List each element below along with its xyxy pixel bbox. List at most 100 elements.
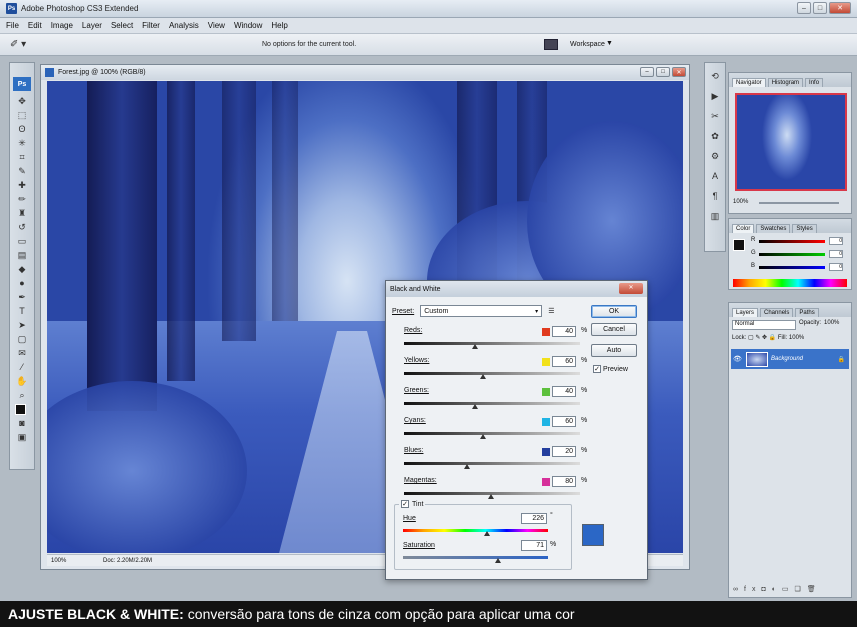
magic-wand-tool-icon[interactable]: ✳ bbox=[13, 137, 31, 149]
group-icon[interactable]: ▭ bbox=[782, 586, 795, 593]
link-layers-icon[interactable]: ∞ bbox=[733, 586, 744, 593]
navigator-zoom[interactable]: 100% bbox=[733, 199, 748, 205]
layer-row[interactable]: 👁 Background 🔒 bbox=[731, 349, 849, 369]
saturation-slider-thumb[interactable] bbox=[495, 558, 501, 563]
navigator-thumbnail[interactable] bbox=[735, 93, 847, 191]
brushes-icon[interactable]: ✿ bbox=[708, 131, 722, 143]
red-slider[interactable] bbox=[759, 240, 825, 243]
blend-mode-select[interactable]: Normal bbox=[732, 320, 796, 330]
menu-help[interactable]: Help bbox=[271, 21, 287, 30]
lock-icons[interactable]: ▢ ✎ ✥ 🔒 bbox=[748, 335, 778, 341]
menu-edit[interactable]: Edit bbox=[28, 21, 42, 30]
lasso-tool-icon[interactable]: ʘ bbox=[13, 123, 31, 135]
paragraph-icon[interactable]: ¶ bbox=[708, 191, 722, 203]
opacity-value[interactable]: 100% bbox=[824, 320, 839, 330]
color-spectrum[interactable] bbox=[733, 279, 847, 287]
red-value[interactable]: 0 bbox=[829, 237, 843, 245]
tab-styles[interactable]: Styles bbox=[792, 224, 817, 233]
slider-thumb[interactable] bbox=[488, 494, 494, 499]
shape-tool-icon[interactable]: ▢ bbox=[13, 333, 31, 345]
screen-mode-icon[interactable]: ▣ bbox=[13, 431, 31, 443]
eyedropper-sample-tool-icon[interactable]: ⁄ bbox=[13, 361, 31, 373]
slider-value-input[interactable]: 40 bbox=[552, 326, 576, 337]
saturation-input[interactable]: 71 bbox=[521, 540, 547, 551]
blur-tool-icon[interactable]: ◆ bbox=[13, 263, 31, 275]
slider-value-input[interactable]: 60 bbox=[552, 416, 576, 427]
workspace-menu[interactable]: Workspace bbox=[570, 41, 605, 48]
document-title-bar[interactable]: Forest.jpg @ 100% (RGB/8) – □ ✕ bbox=[41, 65, 689, 80]
fx-icon[interactable]: fx bbox=[744, 586, 761, 593]
gradient-tool-icon[interactable]: ▤ bbox=[13, 249, 31, 261]
menu-window[interactable]: Window bbox=[234, 21, 262, 30]
move-tool-icon[interactable]: ✥ bbox=[13, 95, 31, 107]
slider-track[interactable] bbox=[404, 402, 580, 405]
actions-icon[interactable]: ▶ bbox=[708, 91, 722, 103]
zoom-tool-icon[interactable]: ⌕ bbox=[13, 389, 31, 401]
workspace-icon[interactable] bbox=[544, 39, 558, 50]
adjustment-layer-icon[interactable]: ◐ bbox=[772, 586, 782, 593]
zoom-level[interactable]: 100% bbox=[51, 558, 73, 564]
hue-slider-track[interactable] bbox=[403, 529, 548, 532]
menu-filter[interactable]: Filter bbox=[142, 21, 160, 30]
tab-histogram[interactable]: Histogram bbox=[767, 78, 804, 87]
quick-mask-icon[interactable]: ◙ bbox=[13, 417, 31, 429]
tab-layers[interactable]: Layers bbox=[732, 308, 759, 317]
tab-swatches[interactable]: Swatches bbox=[756, 224, 791, 233]
cancel-button[interactable]: Cancel bbox=[591, 323, 637, 336]
menu-file[interactable]: File bbox=[6, 21, 19, 30]
type-tool-icon[interactable]: T bbox=[13, 305, 31, 317]
tint-checkbox[interactable]: ✓ bbox=[401, 500, 409, 508]
slider-thumb[interactable] bbox=[464, 464, 470, 469]
tool-presets-icon[interactable]: ✂ bbox=[708, 111, 722, 123]
tab-channels[interactable]: Channels bbox=[760, 308, 794, 317]
clone-source-icon[interactable]: ⚙ bbox=[708, 151, 722, 163]
preset-options-icon[interactable]: ☰ bbox=[548, 307, 554, 315]
foreground-color-swatch[interactable] bbox=[733, 239, 745, 251]
brush-tool-icon[interactable]: ✏ bbox=[13, 193, 31, 205]
hand-tool-icon[interactable]: ✋ bbox=[13, 375, 31, 387]
tab-paths[interactable]: Paths bbox=[795, 308, 819, 317]
slider-thumb[interactable] bbox=[480, 374, 486, 379]
stamp-tool-icon[interactable]: ♜ bbox=[13, 207, 31, 219]
menu-analysis[interactable]: Analysis bbox=[169, 21, 199, 30]
slider-track[interactable] bbox=[404, 342, 580, 345]
menu-view[interactable]: View bbox=[208, 21, 225, 30]
slider-thumb[interactable] bbox=[480, 434, 486, 439]
eyedropper-tool-icon[interactable]: ✎ bbox=[13, 165, 31, 177]
auto-button[interactable]: Auto bbox=[591, 344, 637, 357]
eyedropper-tool-icon[interactable]: ✐ ▾ bbox=[10, 39, 26, 50]
green-slider[interactable] bbox=[759, 253, 825, 256]
foreground-color-swatch[interactable] bbox=[15, 404, 26, 415]
history-brush-tool-icon[interactable]: ↺ bbox=[13, 221, 31, 233]
menu-layer[interactable]: Layer bbox=[82, 21, 102, 30]
layer-name[interactable]: Background bbox=[771, 356, 803, 362]
slider-thumb[interactable] bbox=[472, 344, 478, 349]
green-value[interactable]: 0 bbox=[829, 250, 843, 258]
close-icon[interactable]: ✕ bbox=[829, 2, 851, 14]
tab-navigator[interactable]: Navigator bbox=[732, 78, 766, 87]
preview-checkbox[interactable]: ✓ bbox=[593, 365, 601, 373]
blue-slider[interactable] bbox=[759, 266, 825, 269]
maximize-icon[interactable]: □ bbox=[656, 67, 670, 77]
path-selection-tool-icon[interactable]: ➤ bbox=[13, 319, 31, 331]
blue-value[interactable]: 0 bbox=[829, 263, 843, 271]
pen-tool-icon[interactable]: ✒ bbox=[13, 291, 31, 303]
history-icon[interactable]: ⟲ bbox=[708, 71, 722, 83]
dodge-tool-icon[interactable]: ● bbox=[13, 277, 31, 289]
character-icon[interactable]: A bbox=[708, 171, 722, 183]
slider-track[interactable] bbox=[404, 432, 580, 435]
hue-input[interactable]: 226 bbox=[521, 513, 547, 524]
tint-color-swatch[interactable] bbox=[582, 524, 604, 546]
slider-value-input[interactable]: 40 bbox=[552, 386, 576, 397]
close-icon[interactable]: ✕ bbox=[672, 67, 686, 77]
layer-comps-icon[interactable]: ▥ bbox=[708, 211, 722, 223]
healing-tool-icon[interactable]: ✚ bbox=[13, 179, 31, 191]
menu-image[interactable]: Image bbox=[51, 21, 73, 30]
notes-tool-icon[interactable]: ✉ bbox=[13, 347, 31, 359]
chevron-down-icon[interactable]: ▼ bbox=[606, 40, 613, 47]
crop-tool-icon[interactable]: ⌗ bbox=[13, 151, 31, 163]
saturation-slider-track[interactable] bbox=[403, 556, 548, 559]
eye-icon[interactable]: 👁 bbox=[733, 355, 743, 363]
menu-select[interactable]: Select bbox=[111, 21, 133, 30]
slider-value-input[interactable]: 80 bbox=[552, 476, 576, 487]
